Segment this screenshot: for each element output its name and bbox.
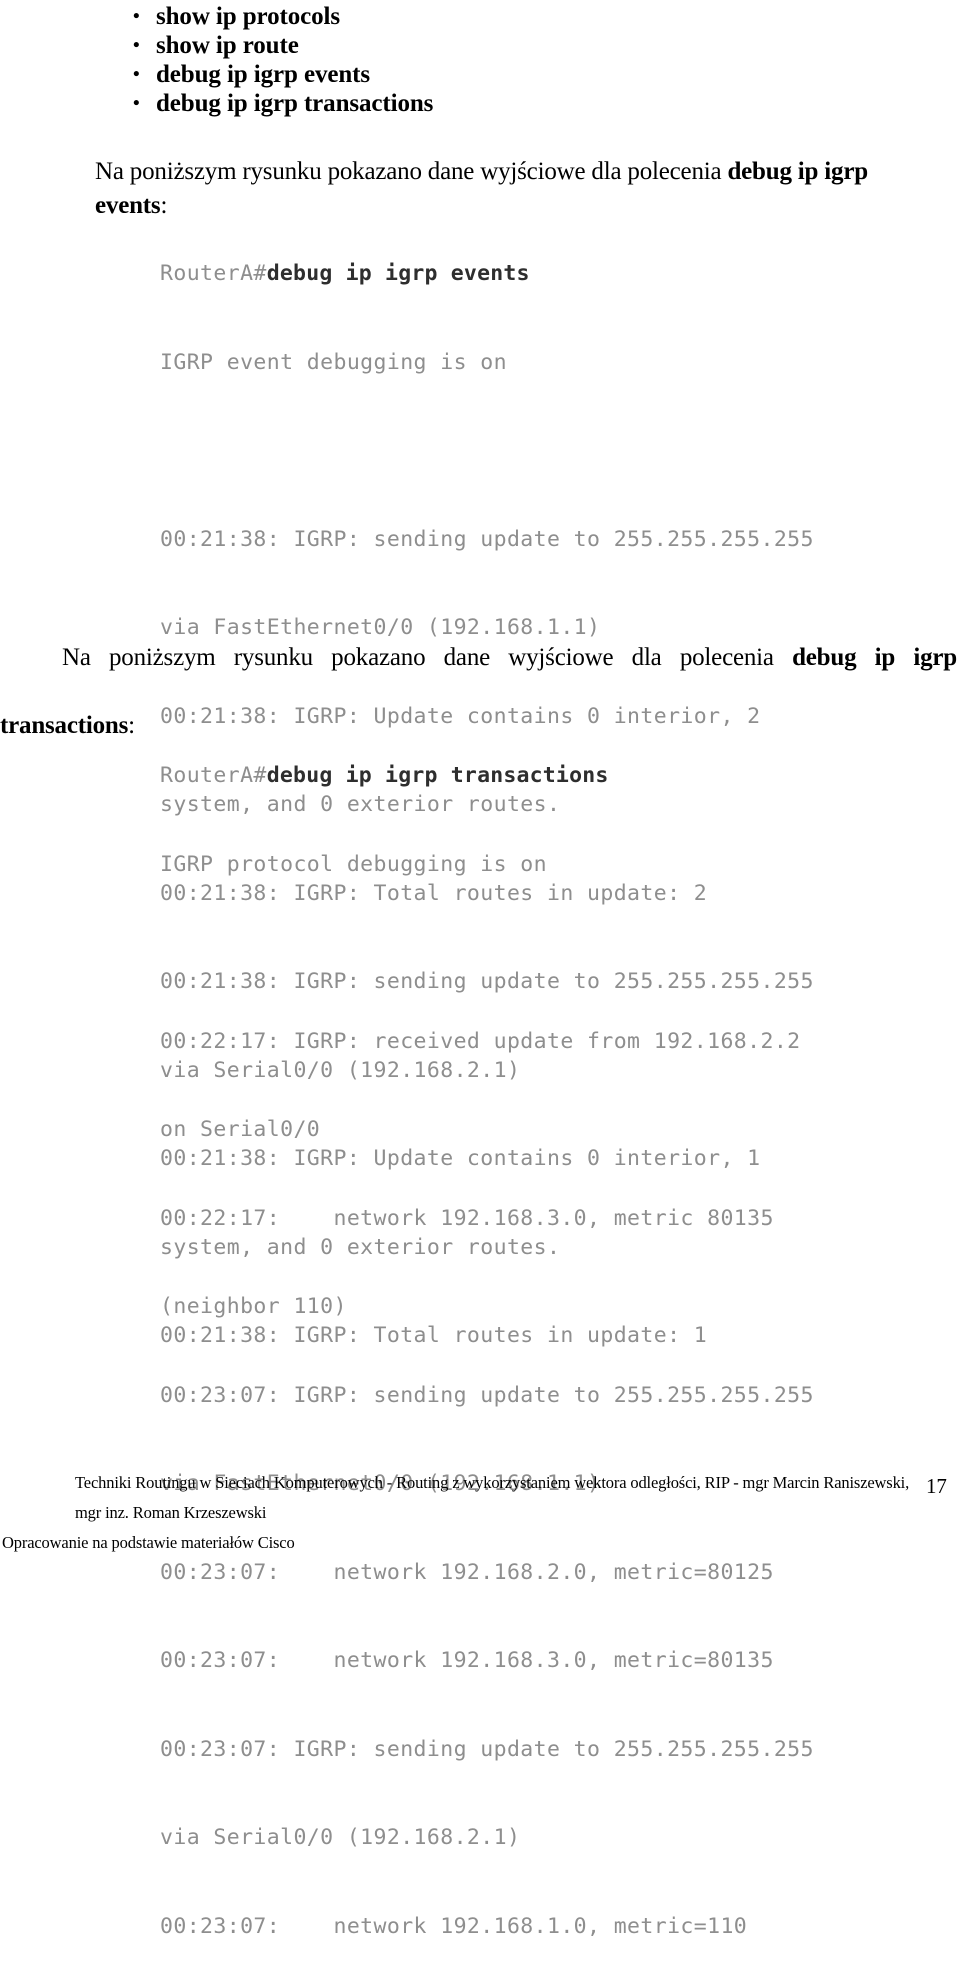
list-item: • show ip route	[133, 31, 433, 60]
console-line: 00:21:38: IGRP: sending update to 255.25…	[160, 526, 814, 552]
console-line: on Serial0/0	[160, 1117, 321, 1142]
console-line: 00:22:17: network 192.168.3.0, metric 80…	[160, 1205, 774, 1231]
command-bullet-list: • show ip protocols • show ip route • de…	[133, 2, 433, 118]
console-line: via Serial0/0 (192.168.2.1)	[160, 1825, 521, 1850]
inline-command-transactions-part2: transactions	[0, 712, 129, 739]
console-line: 00:23:07: network 192.168.2.0, metric=80…	[160, 1559, 774, 1585]
console-typed-command: debug ip igrp transactions	[266, 763, 609, 788]
list-item-label: show ip protocols	[156, 3, 340, 30]
console-line: 00:22:17: IGRP: received update from 192…	[160, 1028, 801, 1054]
console-output-transactions: RouterA#debug ip igrp transactions IGRP …	[160, 702, 814, 1971]
console-prompt: RouterA#	[160, 763, 267, 788]
console-prompt: RouterA#	[160, 261, 267, 286]
paragraph-lead-text: Na poniższym rysunku pokazano dane wyjśc…	[62, 644, 793, 671]
list-item-label: debug ip igrp events	[156, 61, 371, 88]
console-line: 00:23:07: IGRP: sending update to 255.25…	[160, 1382, 814, 1408]
footer-line-author: mgr inz. Roman Krzeszewski	[75, 1503, 267, 1522]
console-command-line: RouterA#debug ip igrp transactions	[160, 761, 814, 791]
bullet-icon: •	[133, 64, 140, 85]
bullet-icon: •	[133, 6, 140, 27]
console-line: via FastEthernet0/0 (192.168.1.1)	[160, 615, 601, 640]
console-line: IGRP protocol debugging is on	[160, 851, 547, 877]
inline-command-transactions-part1: debug ip igrp	[792, 644, 957, 671]
paragraph-trail-text: :	[128, 712, 135, 739]
list-item-label: show ip route	[156, 32, 299, 59]
paragraph-lead-text: Na poniższym rysunku pokazano dane wyjśc…	[95, 158, 728, 185]
footer-line-source: Opracowanie na podstawie materiałów Cisc…	[2, 1533, 295, 1552]
console-typed-command: debug ip igrp events	[266, 261, 530, 286]
footer-line-course-title: Techniki Routingu w Sieciach Komputerowy…	[75, 1473, 910, 1492]
console-line: 00:23:07: network 192.168.1.0, metric=11…	[160, 1913, 748, 1939]
bullet-icon: •	[133, 35, 140, 56]
bullet-icon: •	[133, 93, 140, 114]
console-command-line: RouterA#debug ip igrp events	[160, 259, 814, 289]
list-item-label: debug ip igrp transactions	[156, 90, 434, 117]
list-item: • debug ip igrp events	[133, 60, 433, 89]
page-number: 17	[926, 1474, 947, 1498]
console-line: 00:23:07: IGRP: sending update to 255.25…	[160, 1736, 814, 1762]
console-line: (neighbor 110)	[160, 1294, 347, 1319]
list-item: • show ip protocols	[133, 2, 433, 31]
console-line: IGRP event debugging is on	[160, 349, 507, 375]
console-line: 00:23:07: network 192.168.3.0, metric=80…	[160, 1648, 774, 1673]
list-item: • debug ip igrp transactions	[133, 89, 433, 118]
